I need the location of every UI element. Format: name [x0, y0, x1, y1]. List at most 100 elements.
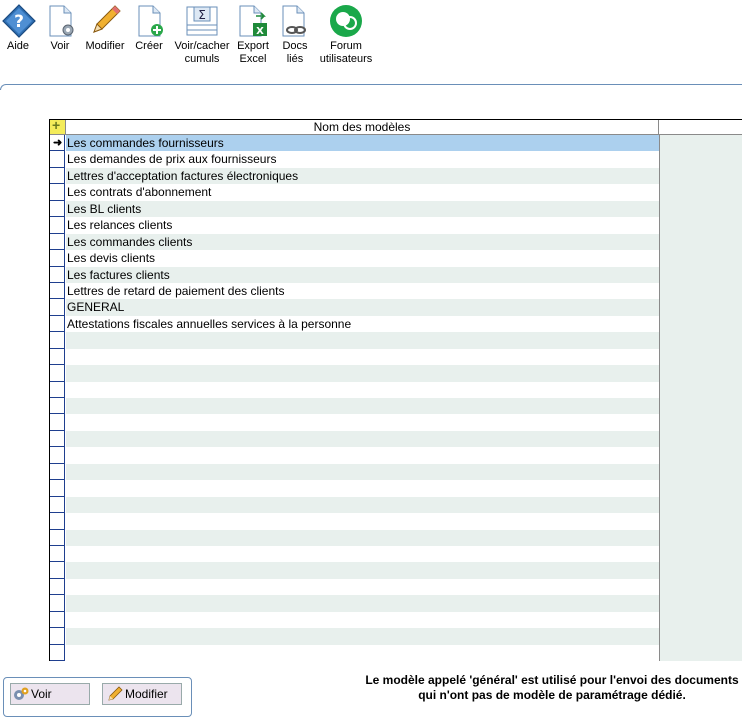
row-selector[interactable]	[50, 529, 65, 546]
table-row[interactable]: Les BL clients	[50, 200, 659, 218]
row-selector[interactable]	[50, 250, 65, 267]
table-row[interactable]: Attestations fiscales annuelles services…	[50, 315, 659, 333]
row-selector[interactable]	[50, 414, 65, 431]
creer-button[interactable]: Créer	[133, 4, 165, 53]
table-row[interactable]	[50, 365, 659, 382]
table-row[interactable]	[50, 414, 659, 431]
row-selector[interactable]	[50, 611, 65, 629]
row-selector[interactable]	[50, 463, 65, 481]
model-name-cell[interactable]	[66, 414, 659, 431]
table-row[interactable]	[50, 513, 659, 530]
model-name-cell[interactable]: Les devis clients	[66, 250, 659, 267]
add-column-icon[interactable]: +	[50, 117, 66, 134]
row-selector[interactable]	[50, 480, 65, 497]
row-selector[interactable]	[50, 200, 65, 218]
model-name-cell[interactable]	[66, 430, 659, 448]
voir-cacher-cumuls-button[interactable]: Σ Voir/cacher cumuls	[174, 4, 230, 66]
forum-utilisateurs-button[interactable]: Forum utilisateurs	[318, 4, 374, 66]
row-selector[interactable]	[50, 545, 65, 563]
model-name-cell[interactable]	[66, 332, 659, 349]
table-row[interactable]	[50, 562, 659, 579]
table-row[interactable]	[50, 644, 659, 661]
table-row[interactable]: Les devis clients	[50, 250, 659, 267]
row-selector[interactable]	[50, 628, 65, 645]
table-row[interactable]: Lettres de retard de paiement des client…	[50, 282, 659, 300]
model-name-cell[interactable]	[66, 595, 659, 612]
table-row[interactable]: Lettres d'acceptation factures électroni…	[50, 167, 659, 185]
table-row[interactable]	[50, 463, 659, 481]
table-row[interactable]	[50, 545, 659, 563]
model-name-cell[interactable]	[66, 578, 659, 596]
export-excel-button[interactable]: X Export Excel	[234, 4, 272, 66]
model-name-cell[interactable]	[66, 447, 659, 464]
model-name-cell[interactable]	[66, 644, 659, 661]
table-row[interactable]: Les contrats d'abonnement	[50, 184, 659, 201]
table-row[interactable]: Les relances clients	[50, 217, 659, 234]
model-name-cell[interactable]	[66, 398, 659, 415]
bottom-voir-button[interactable]: Voir	[10, 683, 90, 705]
model-name-cell[interactable]: Les factures clients	[66, 266, 659, 283]
row-selector[interactable]	[50, 513, 65, 530]
model-name-cell[interactable]	[66, 562, 659, 579]
docs-lies-button[interactable]: Docs liés	[278, 4, 312, 66]
model-name-cell[interactable]: Les BL clients	[66, 200, 659, 218]
table-row[interactable]	[50, 595, 659, 612]
model-name-cell[interactable]	[66, 381, 659, 398]
row-selector[interactable]	[50, 447, 65, 464]
model-name-cell[interactable]: Attestations fiscales annuelles services…	[66, 315, 659, 333]
row-selector[interactable]	[50, 381, 65, 398]
aide-button[interactable]: ? Aide	[2, 4, 36, 53]
table-row[interactable]	[50, 348, 659, 366]
row-selector[interactable]	[50, 315, 65, 333]
model-name-cell[interactable]: Lettres de retard de paiement des client…	[66, 282, 659, 300]
model-name-cell[interactable]: Les contrats d'abonnement	[66, 184, 659, 201]
bottom-modifier-button[interactable]: Modifier	[102, 683, 182, 705]
row-selector[interactable]	[50, 430, 65, 448]
model-name-cell[interactable]	[66, 628, 659, 645]
model-name-cell[interactable]	[66, 611, 659, 629]
model-name-cell[interactable]: Les relances clients	[66, 217, 659, 234]
model-name-cell[interactable]	[66, 480, 659, 497]
table-row[interactable]: ➜ Les commandes fournisseurs	[50, 135, 659, 152]
row-selector[interactable]	[50, 398, 65, 415]
row-selector[interactable]	[50, 348, 65, 366]
table-row[interactable]: GENERAL	[50, 299, 659, 316]
row-selector[interactable]	[50, 233, 65, 251]
row-selector[interactable]	[50, 282, 65, 300]
row-selector[interactable]	[50, 562, 65, 579]
table-row[interactable]	[50, 430, 659, 448]
model-name-cell[interactable]	[66, 496, 659, 514]
row-selector[interactable]	[50, 644, 65, 661]
model-name-cell[interactable]: Les commandes fournisseurs	[66, 135, 659, 152]
column-header-nom-des-modeles[interactable]: Nom des modèles	[66, 120, 659, 134]
table-row[interactable]	[50, 381, 659, 398]
row-selector[interactable]: ➜	[50, 135, 65, 152]
row-selector[interactable]	[50, 184, 65, 201]
table-row[interactable]	[50, 496, 659, 514]
row-selector[interactable]	[50, 217, 65, 234]
table-row[interactable]: Les demandes de prix aux fournisseurs	[50, 151, 659, 168]
row-selector[interactable]	[50, 578, 65, 596]
table-row[interactable]	[50, 480, 659, 497]
row-selector[interactable]	[50, 365, 65, 382]
table-row[interactable]	[50, 578, 659, 596]
model-name-cell[interactable]	[66, 513, 659, 530]
table-row[interactable]	[50, 447, 659, 464]
model-name-cell[interactable]	[66, 463, 659, 481]
model-name-cell[interactable]	[66, 348, 659, 366]
table-row[interactable]: Les factures clients	[50, 266, 659, 283]
model-name-cell[interactable]: GENERAL	[66, 299, 659, 316]
modifier-button[interactable]: Modifier	[84, 4, 126, 53]
table-row[interactable]	[50, 332, 659, 349]
model-name-cell[interactable]	[66, 365, 659, 382]
table-row[interactable]	[50, 529, 659, 546]
model-name-cell[interactable]: Lettres d'acceptation factures électroni…	[66, 167, 659, 185]
row-selector[interactable]	[50, 332, 65, 349]
row-selector[interactable]	[50, 167, 65, 185]
model-name-cell[interactable]: Les commandes clients	[66, 233, 659, 251]
row-selector[interactable]	[50, 266, 65, 283]
row-selector[interactable]	[50, 299, 65, 316]
models-grid[interactable]: + Nom des modèles ➜ Les commandes fournis…	[49, 117, 742, 661]
row-selector[interactable]	[50, 595, 65, 612]
table-row[interactable]	[50, 611, 659, 629]
